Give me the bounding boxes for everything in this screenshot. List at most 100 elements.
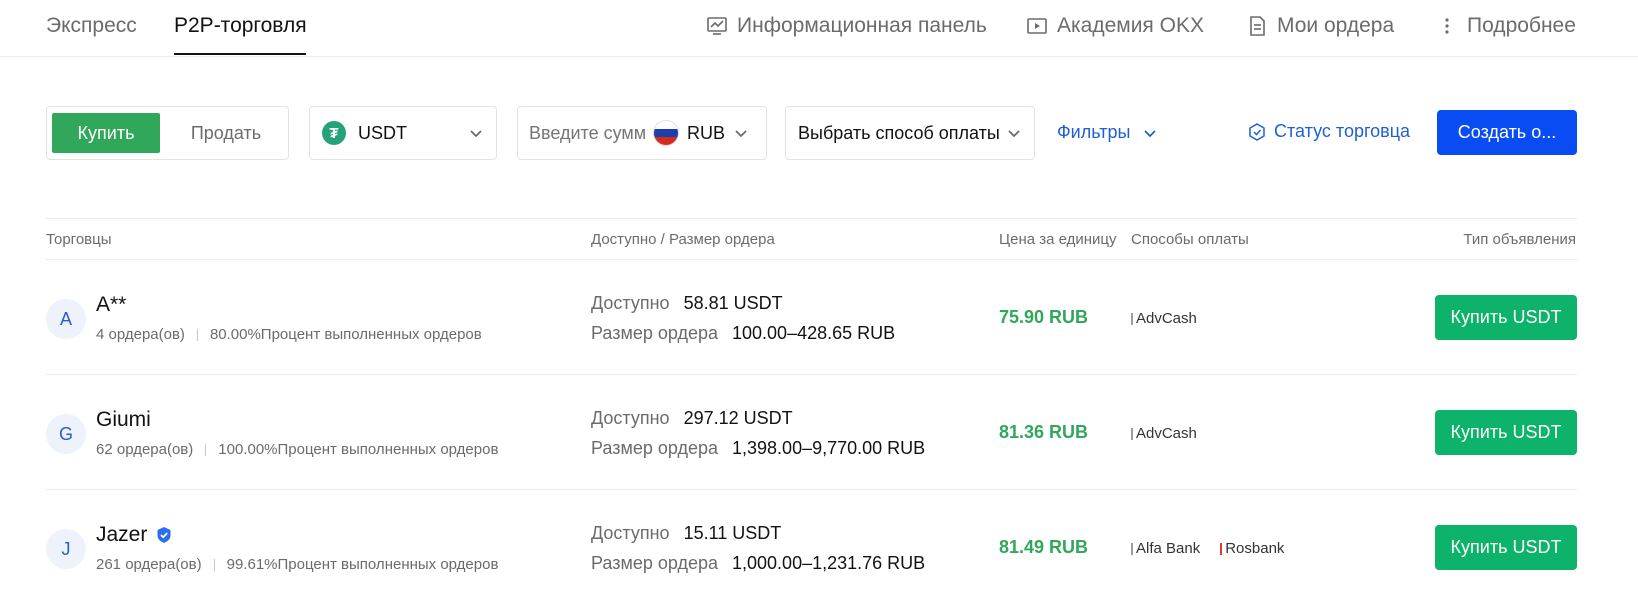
stats-divider: [196, 328, 198, 341]
column-header-ad-type: Тип объявления: [1463, 231, 1576, 248]
order-limit-label: Размер ордера: [591, 323, 719, 343]
create-ad-button[interactable]: Создать о...: [1437, 110, 1577, 155]
document-icon: [1250, 16, 1265, 36]
payment-methods: AdvCash: [1131, 425, 1197, 442]
play-video-icon: [1027, 18, 1047, 34]
tab-express[interactable]: Экспресс: [46, 14, 137, 38]
order-limit-value: 100.00–428.65 RUB: [732, 323, 896, 343]
merchant-name-text: A**: [96, 293, 127, 316]
completion-rate: 100.00%Процент выполненных ордеров: [218, 441, 499, 458]
available-label: Доступно: [591, 523, 670, 543]
merchant-name[interactable]: A**: [96, 293, 126, 317]
unit-price: 81.36 RUB: [999, 422, 1089, 442]
completion-rate: 99.61%Процент выполненных ордеров: [226, 556, 499, 573]
available-amount: Доступно 297.12 USDT: [591, 408, 793, 429]
column-header-merchants: Торговцы: [46, 231, 112, 248]
merchant-name[interactable]: Giumi: [96, 408, 151, 432]
table-row: G Giumi 62 ордера(ов) 100.00%Процент вып…: [46, 375, 1577, 490]
amount-input[interactable]: [529, 122, 647, 144]
sell-toggle-button[interactable]: Продать: [172, 113, 280, 153]
order-limit: Размер ордера 100.00–428.65 RUB: [591, 323, 895, 344]
table-row: J Jazer 261 ордера(ов) 99.61%Процент вып…: [46, 490, 1577, 601]
buy-toggle-button[interactable]: Купить: [52, 113, 160, 153]
merchant-name-text: Giumi: [96, 408, 151, 431]
buy-usdt-button[interactable]: Купить USDT: [1435, 525, 1577, 570]
payment-method-tag: AdvCash: [1131, 425, 1197, 442]
order-limit-label: Размер ордера: [591, 553, 719, 573]
merchant-name-text: Jazer: [96, 523, 148, 546]
order-limit-value: 1,000.00–1,231.76 RUB: [732, 553, 926, 573]
payment-method-label: AdvCash: [1136, 310, 1197, 327]
filters-dropdown[interactable]: Фильтры: [1057, 122, 1158, 143]
payment-method-select[interactable]: Выбрать способ оплаты: [785, 106, 1035, 160]
nav-link-more-label: Подробнее: [1467, 14, 1576, 37]
available-value: 15.11 USDT: [683, 523, 782, 543]
nav-link-more[interactable]: Подробнее: [1436, 14, 1576, 38]
merchant-name[interactable]: Jazer: [96, 523, 173, 547]
buy-usdt-button[interactable]: Купить USDT: [1435, 410, 1577, 455]
chevron-down-icon: [1008, 130, 1020, 138]
nav-link-my-orders[interactable]: Мои ордера: [1246, 14, 1394, 38]
payment-method-tag: Rosbank: [1220, 540, 1284, 557]
nav-link-my-orders-label: Мои ордера: [1277, 14, 1395, 37]
merchant-stats: 261 ордера(ов) 99.61%Процент выполненных…: [96, 556, 498, 573]
payment-method-label: Rosbank: [1225, 540, 1285, 557]
merchant-stats: 62 ордера(ов) 100.00%Процент выполненных…: [96, 441, 498, 458]
order-limit-value: 1,398.00–9,770.00 RUB: [732, 438, 926, 458]
column-header-payment-methods: Способы оплаты: [1131, 231, 1249, 248]
chevron-down-icon: [1144, 129, 1157, 137]
completion-rate: 80.00%Процент выполненных ордеров: [209, 326, 482, 343]
active-tab-indicator: [174, 53, 306, 55]
dashboard-icon: [707, 17, 727, 35]
stats-divider: [213, 558, 215, 571]
payment-method-label: AdvCash: [1136, 425, 1197, 442]
chevron-down-icon: [735, 130, 747, 138]
payment-method-tag: Alfa Bank: [1131, 540, 1200, 557]
available-amount: Доступно 15.11 USDT: [591, 523, 781, 544]
russia-flag-icon: [653, 120, 679, 146]
merchant-stats: 4 ордера(ов) 80.00%Процент выполненных о…: [96, 326, 482, 343]
more-vertical-icon: [1445, 18, 1449, 34]
nav-link-academy[interactable]: Академия OKX: [1026, 14, 1204, 38]
payment-method-select-label: Выбрать способ оплаты: [798, 122, 1000, 143]
fiat-currency-select[interactable]: RUB: [687, 123, 725, 144]
filters-label: Фильтры: [1057, 122, 1131, 142]
available-value: 58.81 USDT: [683, 293, 783, 313]
order-limit: Размер ордера 1,000.00–1,231.76 RUB: [591, 553, 925, 574]
crypto-select[interactable]: ₮ USDT: [309, 106, 497, 160]
verified-badge-icon: [157, 527, 171, 543]
merchant-status-label: Статус торговца: [1274, 121, 1411, 141]
stats-divider: [205, 443, 207, 456]
buy-sell-toggle: Купить Продать: [46, 106, 289, 160]
order-limit-label: Размер ордера: [591, 438, 719, 458]
payment-methods: AdvCash: [1131, 310, 1197, 327]
crypto-select-value: USDT: [358, 122, 407, 143]
buy-usdt-button[interactable]: Купить USDT: [1435, 295, 1577, 340]
tab-p2p-trading[interactable]: P2P-торговля: [174, 14, 307, 38]
avatar: J: [46, 529, 86, 569]
order-count: 4 ордера(ов): [96, 326, 185, 343]
avatar: A: [46, 299, 86, 339]
nav-link-academy-label: Академия OKX: [1057, 14, 1204, 37]
available-value: 297.12 USDT: [683, 408, 793, 428]
order-count: 261 ордера(ов): [96, 556, 202, 573]
column-header-available: Доступно / Размер ордера: [591, 231, 775, 248]
tether-icon: ₮: [322, 121, 346, 145]
column-header-price: Цена за единицу: [999, 231, 1117, 248]
amount-input-group: RUB: [517, 106, 767, 160]
payment-methods: Alfa Bank Rosbank: [1131, 540, 1284, 557]
chevron-down-icon: [470, 130, 482, 138]
merchant-status-link[interactable]: Статус торговца: [1247, 121, 1410, 142]
top-navigation: Экспресс P2P-торговля Информационная пан…: [0, 0, 1638, 57]
table-top-divider: [46, 218, 1577, 219]
order-count: 62 ордера(ов): [96, 441, 194, 458]
unit-price: 75.90 RUB: [999, 307, 1089, 327]
nav-link-dashboard-label: Информационная панель: [737, 14, 987, 37]
shield-check-icon: [1249, 122, 1265, 141]
unit-price: 81.49 RUB: [999, 537, 1089, 557]
avatar: G: [46, 414, 86, 454]
payment-method-tag: AdvCash: [1131, 310, 1197, 327]
available-amount: Доступно 58.81 USDT: [591, 293, 783, 314]
table-row: A A** 4 ордера(ов) 80.00%Процент выполне…: [46, 260, 1577, 375]
nav-link-dashboard[interactable]: Информационная панель: [706, 14, 987, 38]
